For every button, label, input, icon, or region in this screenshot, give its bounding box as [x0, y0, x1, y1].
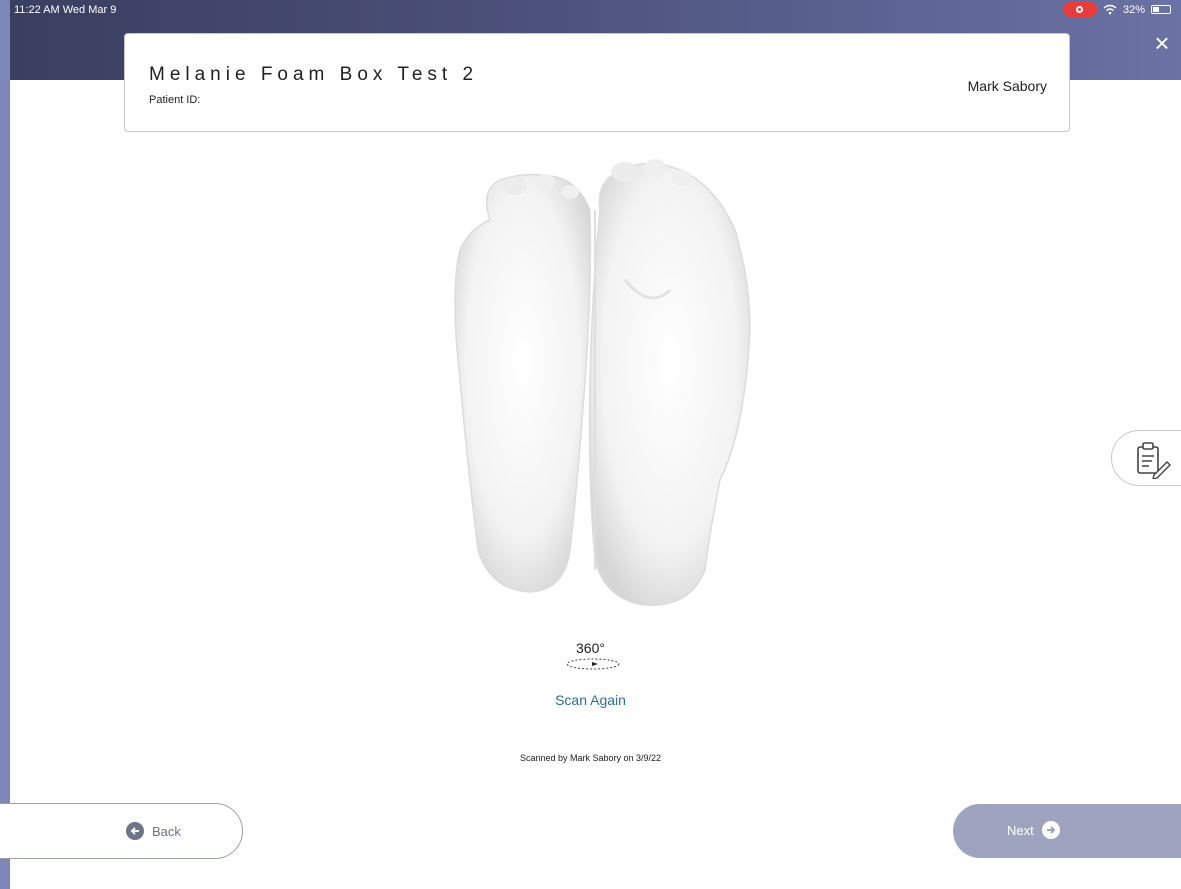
rotate-arrow-icon — [566, 658, 620, 670]
battery-icon — [1151, 5, 1171, 14]
foot-scan-model[interactable] — [420, 150, 780, 620]
back-button[interactable]: Back — [0, 803, 243, 859]
patient-header-card: Melanie Foam Box Test 2 Patient ID: Mark… — [124, 33, 1070, 132]
status-indicators: 32% — [1062, 2, 1171, 17]
scan-again-link[interactable]: Scan Again — [0, 692, 1181, 708]
rotate-360-icon[interactable]: 360° — [562, 640, 624, 674]
status-time: 11:22 AM Wed Mar 9 — [14, 4, 117, 16]
patient-name: Melanie Foam Box Test 2 — [149, 64, 479, 85]
next-label: Next — [1007, 822, 1034, 838]
clipboard-edit-icon — [1137, 442, 1171, 479]
notes-button[interactable] — [1111, 430, 1181, 486]
clinician-name: Mark Sabory — [967, 78, 1047, 94]
screen-recording-icon — [1062, 2, 1097, 17]
close-icon[interactable]: × — [1151, 30, 1173, 56]
back-label: Back — [152, 823, 181, 839]
patient-id-label: Patient ID: — [149, 94, 201, 106]
status-bar: 11:22 AM Wed Mar 9 32% — [10, 0, 1181, 22]
scanned-by-text: Scanned by Mark Sabory on 3/9/22 — [519, 753, 662, 763]
arrow-left-circle-icon — [126, 822, 144, 840]
wifi-icon — [1103, 4, 1117, 15]
next-button[interactable]: Next — [953, 804, 1181, 858]
battery-percent: 32% — [1122, 3, 1145, 16]
arrow-right-circle-icon — [1041, 821, 1060, 839]
